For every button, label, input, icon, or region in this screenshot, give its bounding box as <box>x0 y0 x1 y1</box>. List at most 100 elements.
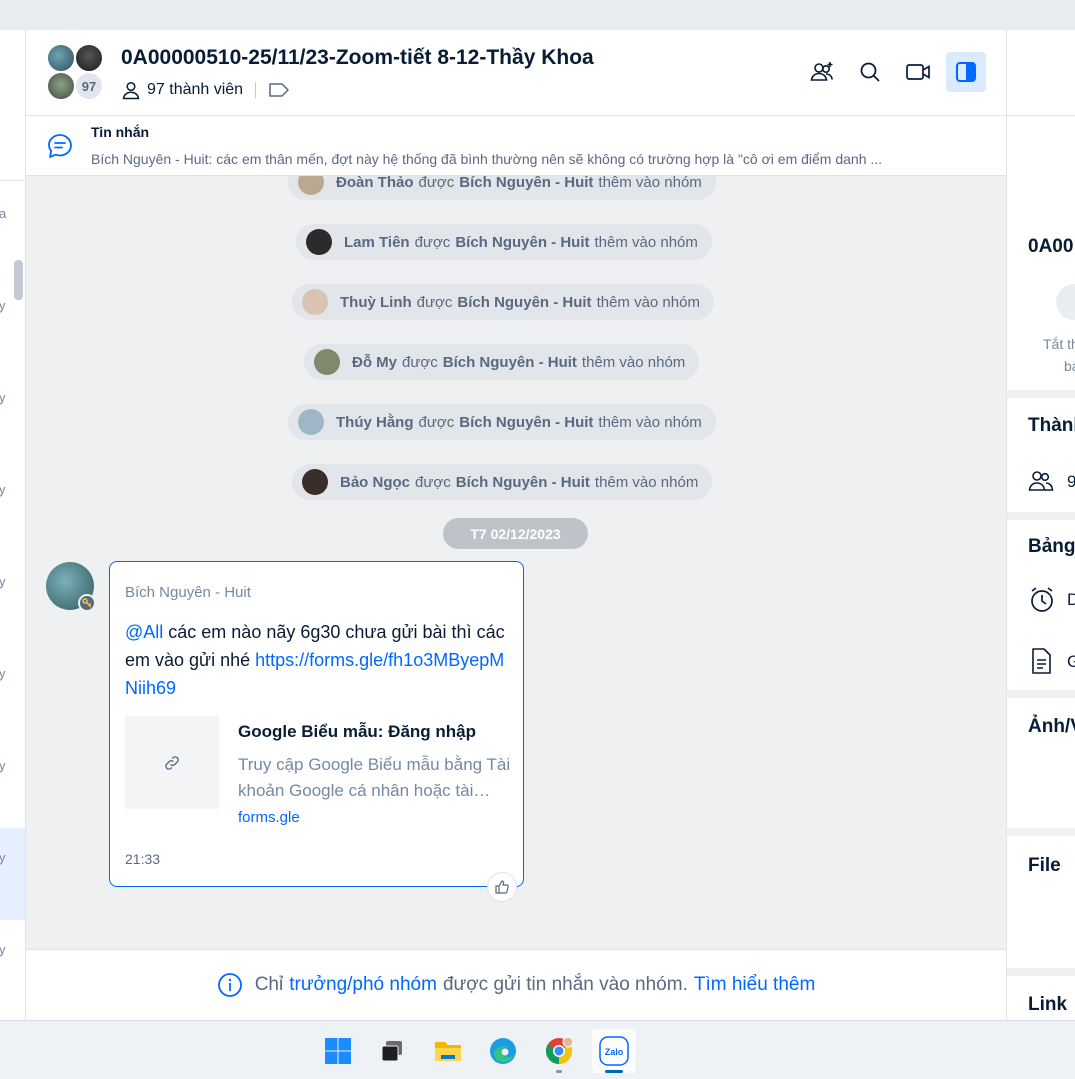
toggle-sidebar-icon[interactable] <box>946 52 986 92</box>
date-separator: T7 02/12/2023 <box>443 518 588 549</box>
pinned-message[interactable]: Tin nhắn Bích Nguyên - Huit: các em thân… <box>26 116 1006 176</box>
active-app-indicator <box>605 1070 623 1073</box>
notes-fragment[interactable]: G <box>1067 652 1075 672</box>
pinned-label: Tin nhắn <box>91 124 150 140</box>
file-explorer-icon[interactable] <box>426 1029 470 1073</box>
person-icon <box>121 80 141 100</box>
system-verb: được <box>416 293 453 311</box>
mute-label-fragment: Tắt th <box>1043 336 1075 352</box>
group-title[interactable]: 0A00000510-25/11/23-Zoom-tiết 8-12-Thầy … <box>121 46 594 70</box>
bell-icon[interactable] <box>1056 284 1075 320</box>
member-count-link[interactable]: 97 thành viên <box>147 81 243 99</box>
search-icon[interactable] <box>850 52 890 92</box>
system-suffix: thêm vào nhóm <box>598 176 702 191</box>
running-indicator <box>556 1070 562 1073</box>
conversation-preview-fragment: a <box>0 206 6 221</box>
divider <box>0 180 25 181</box>
system-message: Đỗ My được Bích Nguyên - Huit thêm vào nhóm <box>304 344 700 380</box>
admin-role-link[interactable]: trưởng/phó nhóm <box>289 974 437 996</box>
add-member-icon[interactable] <box>802 52 842 92</box>
link-section-title[interactable]: Link <box>1028 994 1067 1016</box>
media-section-title[interactable]: Ảnh/V <box>1028 716 1075 738</box>
member-avatar[interactable] <box>306 229 332 255</box>
member-avatar <box>46 43 76 73</box>
group-name-fragment: 0A00 <box>1028 236 1074 257</box>
divider <box>1007 512 1075 520</box>
conversation-list-scrollbar[interactable] <box>14 260 23 300</box>
tag-icon[interactable] <box>268 82 290 98</box>
system-message: Thuỳ Linh được Bích Nguyên - Huit thêm vào … <box>292 284 714 320</box>
link-preview-title: Google Biểu mẫu: Đăng nhập <box>238 722 477 741</box>
actor-name[interactable]: Bích Nguyên - Huit <box>456 474 590 491</box>
mention-all[interactable]: @All <box>125 622 163 642</box>
members-section-title[interactable]: Thành <box>1028 415 1075 437</box>
conversation-preview-fragment: y <box>0 390 6 405</box>
added-member-name[interactable]: Đoàn Thảo <box>336 176 414 191</box>
added-member-name[interactable]: Thúy Hằng <box>336 414 414 431</box>
added-member-name[interactable]: Lam Tiên <box>344 234 410 251</box>
added-member-name[interactable]: Đỗ My <box>352 354 397 371</box>
task-view-icon[interactable] <box>370 1029 414 1073</box>
restricted-notice: Chỉ trưởng/phó nhóm được gửi tin nhắn vào … <box>26 949 1006 1020</box>
header-actions <box>802 52 986 92</box>
group-avatar[interactable]: 97 <box>46 43 108 103</box>
board-section-title[interactable]: Bảng <box>1028 536 1075 558</box>
system-suffix: thêm vào nhóm <box>581 353 686 371</box>
conversation-list[interactable]: a y y y y y y y y <box>0 30 26 1020</box>
divider <box>1007 690 1075 698</box>
member-avatar[interactable] <box>298 409 324 435</box>
windows-start-icon[interactable] <box>316 1029 360 1073</box>
link-icon <box>125 716 219 809</box>
member-avatar[interactable] <box>302 289 328 315</box>
member-avatar <box>74 43 104 73</box>
member-avatar[interactable] <box>298 176 324 195</box>
actor-name[interactable]: Bích Nguyên - Huit <box>459 176 593 191</box>
system-suffix: thêm vào nhóm <box>596 293 700 311</box>
key-icon <box>78 594 96 612</box>
actor-name[interactable]: Bích Nguyên - Huit <box>455 234 589 251</box>
member-avatar <box>46 71 76 101</box>
actor-name[interactable]: Bích Nguyên - Huit <box>457 294 591 311</box>
reminder-fragment[interactable]: D <box>1067 590 1075 610</box>
divider <box>1007 115 1075 116</box>
link-preview-card[interactable]: Google Biểu mẫu: Đăng nhập Truy cập Goog… <box>125 716 515 836</box>
system-suffix: thêm vào nhóm <box>594 473 699 491</box>
pinned-text: Bích Nguyên - Huit: các em thân mến, đợt… <box>91 151 883 167</box>
system-message: Đoàn Thảo được Bích Nguyên - Huit thêm vào … <box>288 176 716 200</box>
conversation-preview-fragment: y <box>0 942 6 957</box>
zalo-app-icon[interactable]: Zalo <box>592 1029 636 1073</box>
member-avatar[interactable] <box>302 469 328 495</box>
member-avatar[interactable] <box>314 349 340 375</box>
sender-avatar[interactable] <box>46 562 96 612</box>
system-message: Lam Tiên được Bích Nguyên - Huit thêm vào n… <box>296 224 712 260</box>
zalo-logo-text: Zalo <box>605 1047 624 1057</box>
learn-more-link[interactable]: Tìm hiểu thêm <box>694 974 815 996</box>
added-member-name[interactable]: Thuỳ Linh <box>340 294 412 311</box>
microsoft-edge-icon[interactable] <box>481 1029 525 1073</box>
added-member-name[interactable]: Bảo Ngọc <box>340 474 410 491</box>
conversation-preview-fragment: y <box>0 758 6 773</box>
window-title-bar <box>0 0 1075 30</box>
info-icon <box>217 972 243 998</box>
conversation-preview-fragment: y <box>0 482 6 497</box>
actor-name[interactable]: Bích Nguyên - Huit <box>443 354 577 371</box>
divider <box>255 82 257 98</box>
message-list[interactable]: Đoàn Thảo được Bích Nguyên - Huit thêm vào … <box>26 176 1006 949</box>
members-count-fragment: 9 <box>1067 472 1075 492</box>
thumbs-up-icon[interactable] <box>487 872 517 902</box>
message-bubble[interactable]: Bích Nguyên - Huit @All các em nào nãy 6… <box>109 561 524 887</box>
system-verb: được <box>415 473 451 491</box>
system-verb: được <box>402 353 438 371</box>
taskbar: Zalo <box>0 1020 1075 1079</box>
chat-bubble-icon <box>46 132 74 165</box>
system-suffix: thêm vào nhóm <box>594 233 698 251</box>
file-section-title[interactable]: File <box>1028 855 1061 877</box>
conversation-preview-fragment: y <box>0 298 6 313</box>
google-chrome-icon[interactable] <box>537 1029 581 1073</box>
divider <box>1007 390 1075 398</box>
system-suffix: thêm vào nhóm <box>598 413 702 431</box>
system-message: Bảo Ngọc được Bích Nguyên - Huit thêm vào n… <box>292 464 713 500</box>
actor-name[interactable]: Bích Nguyên - Huit <box>459 414 593 431</box>
video-call-icon[interactable] <box>898 52 938 92</box>
divider <box>1007 968 1075 976</box>
